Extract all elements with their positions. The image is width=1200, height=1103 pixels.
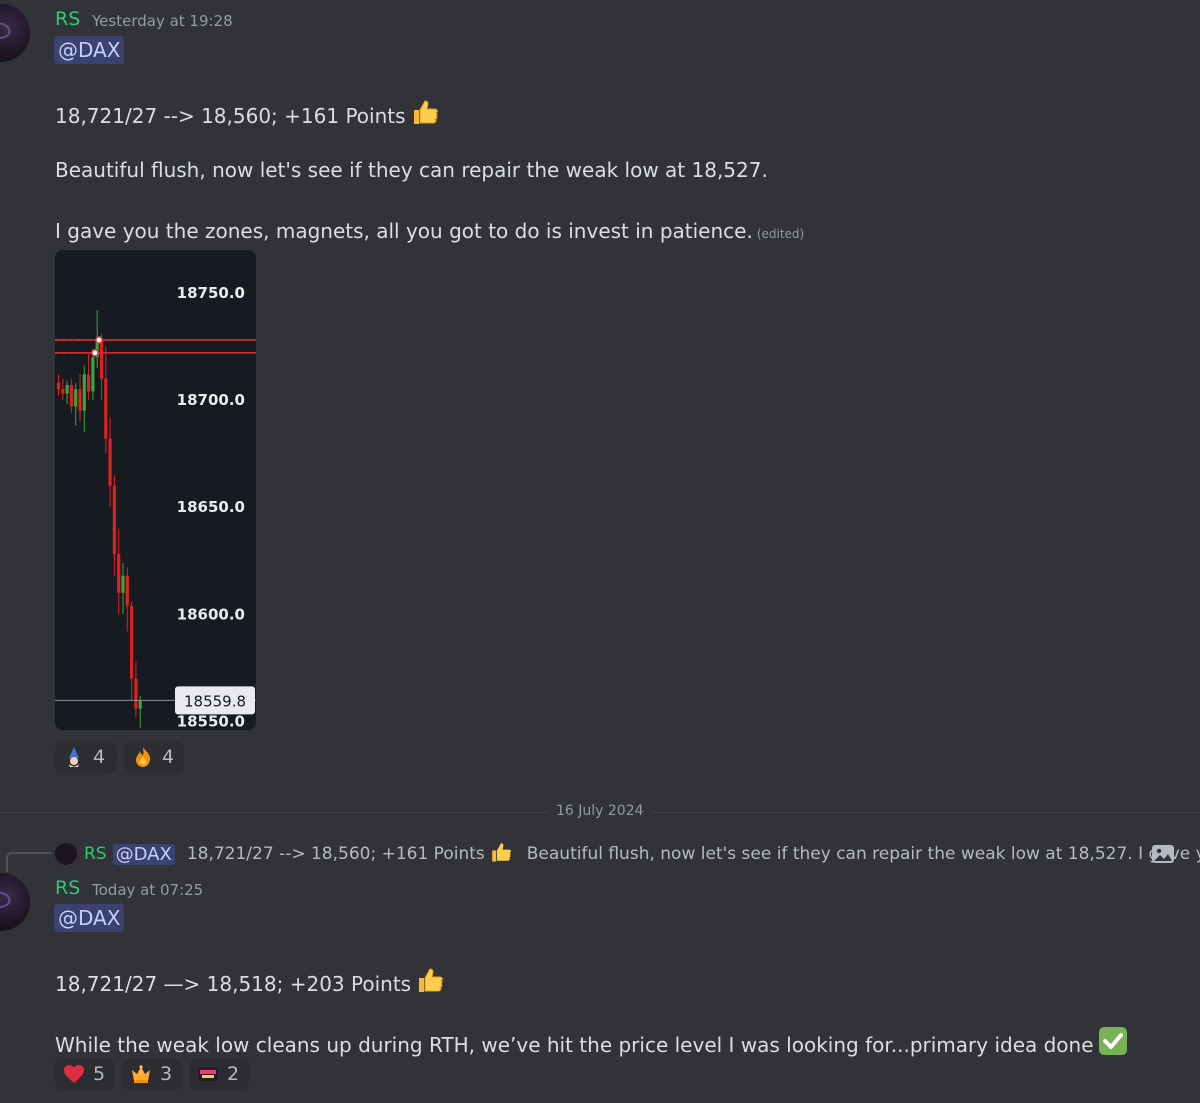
reaction-crown[interactable]: 3 xyxy=(122,1058,182,1090)
thumbs-up-icon xyxy=(489,840,513,869)
candle-body xyxy=(138,700,142,709)
y-tick-label: 18600.0 xyxy=(177,605,245,623)
candlestick-chart: 18750.0 18700.0 18650.0 18600.0 18550.0 18559… xyxy=(55,284,256,730)
last-price-label: 18559.8 xyxy=(184,692,246,710)
candle-body xyxy=(130,605,134,679)
candle-body xyxy=(56,382,61,390)
avatar[interactable] xyxy=(0,873,30,931)
edited-label: (edited) xyxy=(756,227,805,241)
message-line: While the weak low cleans up during RTH,… xyxy=(55,1026,1128,1061)
candle-body xyxy=(117,554,121,593)
candle-body xyxy=(69,385,73,407)
candle-body xyxy=(65,385,69,394)
reaction-count: 5 xyxy=(93,1063,106,1085)
reaction-wizard[interactable]: 4 xyxy=(55,741,117,773)
candle-body xyxy=(112,485,116,555)
candle-body xyxy=(91,357,95,392)
mention-tag[interactable]: @DAX xyxy=(54,904,125,932)
reply-text: 18,721/27 --> 18,560; +161 Points xyxy=(186,844,485,864)
candle-body xyxy=(134,678,138,709)
candle-body xyxy=(82,374,86,411)
reaction-fire[interactable]: 4 xyxy=(124,741,184,773)
reply-avatar xyxy=(54,842,78,866)
candle-body xyxy=(104,378,108,439)
message-line: 18,721/27 —> 18,518; +203 Points xyxy=(55,965,445,1000)
fire-icon xyxy=(132,746,154,768)
reply-preview[interactable]: RS @DAX 18,721/27 --> 18,560; +161 Point… xyxy=(54,840,1200,868)
mention-tag[interactable]: @DAX xyxy=(54,36,125,64)
y-tick-label: 18750.0 xyxy=(177,284,245,302)
reply-text-continued: Beautiful flush, now let's see if they c… xyxy=(526,844,1200,864)
crown-icon xyxy=(130,1063,152,1085)
daddy-sticker-icon xyxy=(197,1063,219,1085)
wizard-icon xyxy=(63,746,85,768)
y-tick-label: 18700.0 xyxy=(177,391,245,409)
reply-connector xyxy=(6,852,52,872)
level-marker xyxy=(91,348,99,357)
reply-author[interactable]: RS xyxy=(84,844,107,864)
image-attachment-icon xyxy=(1151,842,1175,870)
heart-icon xyxy=(63,1063,85,1085)
timestamp: Today at 07:25 xyxy=(92,881,204,899)
reply-mention[interactable]: @DAX xyxy=(112,843,175,865)
candle-body xyxy=(99,340,104,379)
candle-body xyxy=(121,575,125,593)
chart-image[interactable]: 18750.0 18700.0 18650.0 18600.0 18550.0 18559… xyxy=(55,250,256,730)
check-mark-icon xyxy=(1098,1026,1128,1061)
reaction-count: 2 xyxy=(227,1063,240,1085)
candle-body xyxy=(61,389,65,394)
candle-body xyxy=(125,575,129,606)
y-tick-label: 18550.0 xyxy=(177,712,245,730)
reaction-count: 4 xyxy=(162,746,175,768)
reaction-count: 4 xyxy=(93,746,106,768)
message-line: Beautiful flush, now let's see if they c… xyxy=(55,158,768,182)
avatar[interactable] xyxy=(0,4,30,62)
author-name[interactable]: RS xyxy=(55,8,80,30)
level-marker xyxy=(95,336,103,344)
candle-body xyxy=(74,389,78,407)
reaction-heart[interactable]: 5 xyxy=(55,1058,115,1090)
thumbs-up-icon xyxy=(415,965,445,1000)
timestamp: Yesterday at 19:28 xyxy=(92,12,233,30)
reaction-daddy-sticker[interactable]: 2 xyxy=(189,1058,249,1090)
date-divider-label: 16 July 2024 xyxy=(548,803,652,819)
author-name[interactable]: RS xyxy=(55,877,80,899)
thumbs-up-icon xyxy=(410,97,440,132)
reaction-count: 3 xyxy=(160,1063,173,1085)
candle-body xyxy=(78,389,82,411)
candle-body xyxy=(87,374,91,392)
message-line: I gave you the zones, magnets, all you g… xyxy=(55,219,805,243)
message-line: 18,721/27 --> 18,560; +161 Points xyxy=(55,97,440,132)
candle-body xyxy=(108,438,112,486)
y-tick-label: 18650.0 xyxy=(177,498,245,516)
